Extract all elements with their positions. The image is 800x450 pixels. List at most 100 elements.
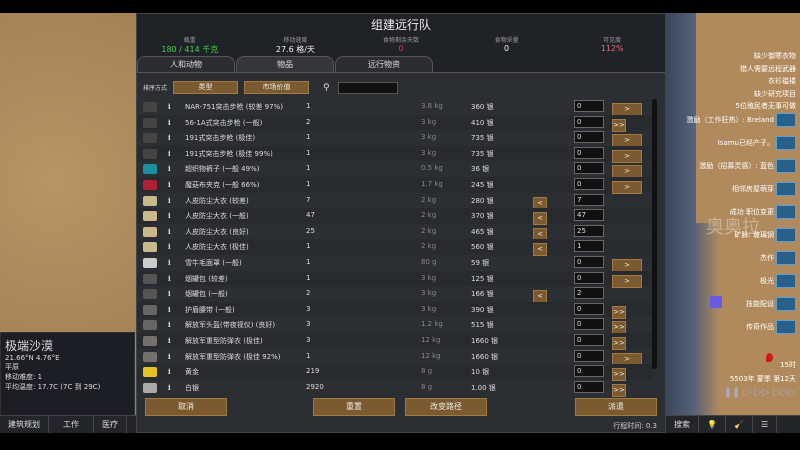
transfer-amount-input[interactable]: 0 (574, 162, 604, 175)
item-value: 515 银 (471, 321, 494, 330)
item-name: 雪牛毛面罩 (一般) (185, 258, 242, 267)
alert-letter[interactable]: Isamu已经产子。 (686, 136, 796, 150)
info-icon[interactable]: i (168, 305, 171, 314)
transfer-amount-input[interactable]: 0 (574, 380, 604, 393)
pack-icon (143, 289, 157, 300)
tab-items[interactable]: 物品 (236, 56, 334, 72)
item-count: 219 (306, 367, 320, 376)
item-list: i NAR-751突击步枪 (较差 97%) 1 3.8 kg 360 银 0 > i 56-1… (137, 99, 653, 397)
notification[interactable]: 缺少御寒衣物 (736, 50, 796, 63)
duster-icon (143, 195, 157, 206)
table-row: i黄金2198 g10 银0>>> (137, 364, 653, 382)
change-route-button[interactable]: 改变路径 (405, 398, 487, 416)
alert-letter[interactable]: 杰作 (686, 251, 796, 265)
tab-architect[interactable]: 建筑规划 (0, 416, 49, 433)
item-count: 1 (306, 148, 311, 157)
cancel-button[interactable]: 取消 (145, 398, 227, 416)
broom-icon[interactable]: 🧹 (726, 416, 753, 433)
letter-stack: 激励（工作狂热）: Breland Isamu已经产子。 激励（招募灵感）: 蓝色相… (686, 113, 796, 343)
tab-pawns[interactable]: 人和动物 (137, 56, 235, 72)
transfer-amount-input[interactable]: 0 (574, 318, 604, 331)
transfer-amount-input[interactable]: 0 (574, 349, 604, 362)
alert-letter[interactable]: 成功 职位变更 (686, 205, 796, 219)
letter-icon (776, 297, 796, 311)
transfer-amount-input[interactable]: 0 (574, 100, 604, 112)
reset-button[interactable]: 重置 (313, 398, 395, 416)
notification[interactable]: 猎人需要远程武器 (736, 63, 796, 76)
alert-letter[interactable]: 激励（招募灵感）: 蓝色 (686, 159, 796, 173)
sort-type-button[interactable]: 类型 (173, 81, 239, 94)
tab-research[interactable]: 搜索 (666, 416, 699, 433)
lightbulb-icon[interactable]: 💡 (699, 416, 726, 433)
info-icon[interactable]: i (168, 133, 171, 142)
alert-letter[interactable]: 极光 (686, 274, 796, 288)
terrain: 平原 (5, 363, 19, 371)
transfer-amount-input[interactable]: 0 (574, 146, 604, 159)
transfer-amount-input[interactable]: 1 (574, 240, 604, 253)
search-input[interactable] (337, 81, 398, 94)
gold-icon (143, 367, 157, 378)
info-icon[interactable]: i (168, 383, 171, 392)
item-value: 735 银 (471, 149, 494, 158)
form-caravan-dialog: 组建远行队 载重 180 / 414 千克 移动速度 27.6 格/天 食物剩余天数 0 食… (136, 13, 666, 433)
info-icon[interactable]: i (168, 211, 171, 220)
menu-icon[interactable]: ☰ (753, 416, 778, 433)
info-icon[interactable]: i (168, 180, 171, 189)
info-icon[interactable]: i (168, 336, 171, 345)
item-value: 360 银 (471, 103, 494, 111)
info-icon[interactable]: i (168, 164, 171, 173)
transfer-amount-input[interactable]: 0 (574, 302, 604, 315)
info-icon[interactable]: i (168, 258, 171, 267)
increase-max-button[interactable]: >> (612, 383, 626, 397)
item-value: 245 银 (471, 180, 494, 189)
info-icon[interactable]: i (168, 227, 171, 236)
info-icon[interactable]: i (168, 102, 171, 111)
item-count: 2920 (306, 382, 324, 391)
notification[interactable]: 衣衫褴褛 (736, 75, 796, 88)
info-icon[interactable]: i (168, 196, 171, 205)
transfer-amount-input[interactable]: 25 (574, 224, 604, 237)
transfer-amount-input[interactable]: 47 (574, 209, 604, 222)
item-count: 1 (306, 351, 311, 360)
info-icon[interactable]: i (168, 118, 171, 127)
info-icon[interactable]: i (168, 242, 171, 251)
alert-letter[interactable]: 传奇作品 (686, 320, 796, 334)
transfer-amount-input[interactable]: 0 (574, 177, 604, 190)
scrollbar[interactable] (652, 99, 657, 369)
alert-letter[interactable]: 技能配设 (686, 297, 796, 311)
item-name: 191式突击步枪 (极佳) (185, 134, 256, 143)
transfer-amount-input[interactable]: 0 (574, 333, 604, 346)
item-mass: 3 kg (421, 133, 437, 142)
transfer-amount-input[interactable]: 0 (574, 115, 604, 128)
info-icon[interactable]: i (168, 320, 171, 329)
tab-travel-supplies[interactable]: 远行物资 (335, 56, 433, 72)
notification[interactable]: 5位殖民者无事可做 (736, 100, 796, 113)
alert-letter[interactable]: 激励（工作狂热）: Breland (686, 113, 796, 127)
info-icon[interactable]: i (168, 352, 171, 361)
transfer-amount-input[interactable]: 0 (574, 131, 604, 144)
belt-icon (143, 304, 157, 315)
info-icon[interactable]: i (168, 274, 171, 283)
item-value: 1660 银 (471, 336, 499, 345)
transfer-amount-input[interactable]: 0 (574, 271, 604, 284)
item-value: 10 银 (471, 368, 490, 377)
destination-marker-icon[interactable] (766, 353, 773, 362)
item-name: 人皮防尘大衣 (良好) (185, 227, 249, 236)
info-icon[interactable]: i (168, 289, 171, 298)
notification[interactable]: 缺少研究项目 (736, 88, 796, 101)
info-icon[interactable]: i (168, 367, 171, 376)
transfer-amount-input[interactable]: 7 (574, 193, 604, 206)
alert-letter[interactable]: 相邻房屋萌芽 (686, 182, 796, 196)
transfer-amount-input[interactable]: 2 (574, 287, 604, 300)
info-icon[interactable]: i (168, 149, 171, 158)
transfer-amount-input[interactable]: 0 (574, 365, 604, 378)
send-button[interactable]: 派遣 (575, 398, 657, 416)
tab-medical[interactable]: 医疗 (94, 416, 127, 433)
item-mass: 3 kg (421, 273, 437, 282)
table-row: i 魔菇布夹克 (一般 66%) 1 1.7 kg 245 银 0 > (137, 176, 653, 194)
alert-letter[interactable]: 矿脉: 玻璃钢 (686, 228, 796, 242)
tab-work[interactable]: 工作 (49, 416, 94, 433)
speed-controls[interactable]: ❚❚ ▷ ▷▷ ▷▷▷ (724, 387, 796, 398)
sort-value-button[interactable]: 市场价值 (244, 81, 310, 94)
transfer-amount-input[interactable]: 0 (574, 255, 604, 268)
